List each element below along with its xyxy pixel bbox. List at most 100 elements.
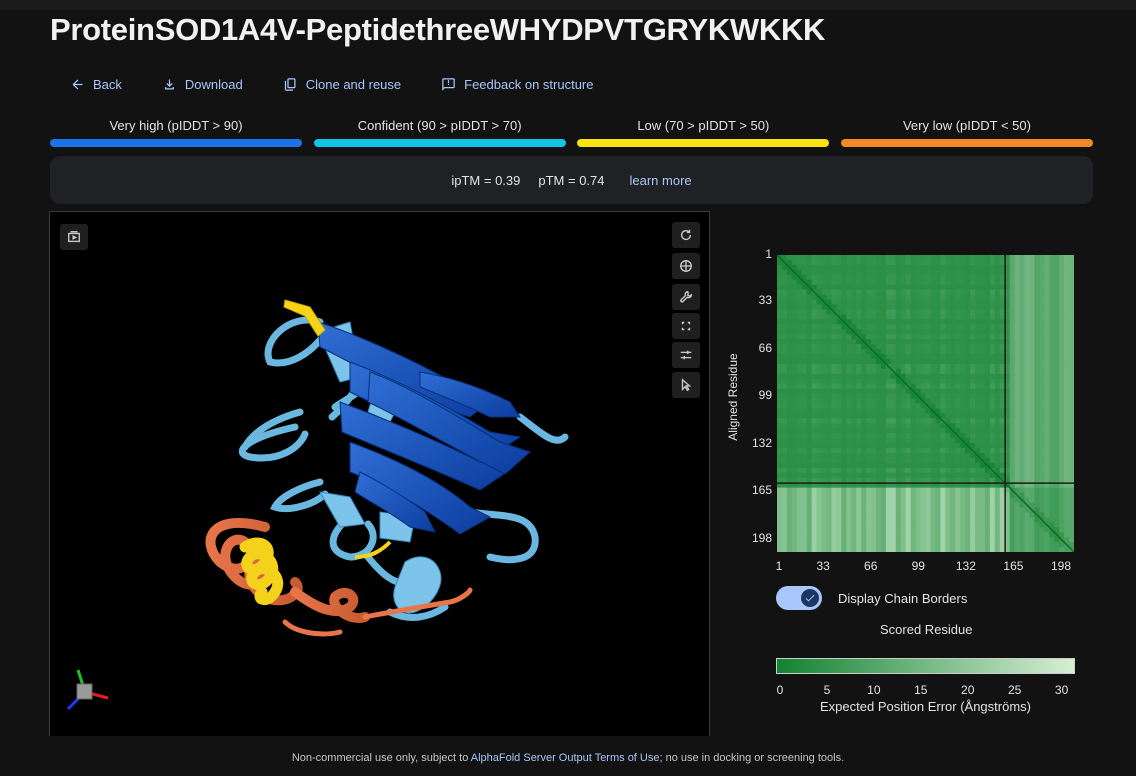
heatmap-cell (846, 433, 852, 439)
heatmap-cell (1019, 324, 1025, 330)
heatmap-cell (1044, 363, 1050, 370)
heatmap-cell (786, 467, 793, 474)
heatmap-cell (1009, 542, 1016, 548)
heatmap-cell (821, 373, 827, 380)
heatmap-cell (781, 304, 788, 310)
heatmap-cell (1024, 264, 1030, 271)
heatmap-cell (1059, 448, 1065, 454)
heatmap-cell (1029, 448, 1035, 454)
heatmap-cell (816, 334, 823, 340)
heatmap-cell (777, 339, 783, 345)
heatmap-cell (846, 319, 852, 325)
heatmap-cell (1019, 279, 1025, 286)
heatmap-cell (1064, 373, 1070, 380)
pae-y-tick: 99 (758, 388, 772, 403)
heatmap-cell (876, 423, 882, 429)
heatmap-cell (816, 413, 823, 419)
heatmap-cell (821, 294, 827, 301)
heatmap-cell (920, 259, 926, 266)
heatmap-cell (1044, 403, 1050, 409)
reset-view-button[interactable] (672, 222, 700, 248)
heatmap-cell (989, 319, 996, 325)
heatmap-cell (950, 443, 956, 449)
learn-more-link[interactable]: learn more (630, 173, 692, 188)
heatmap-cell (915, 334, 922, 340)
heatmap-cell (1034, 467, 1040, 474)
heatmap-cell (994, 299, 1001, 305)
heatmap-cell (945, 264, 951, 271)
heatmap-cell (1049, 284, 1055, 291)
heatmap-cell (890, 259, 897, 266)
heatmap-cell (781, 527, 788, 533)
select-pointer-button[interactable] (672, 372, 700, 398)
heatmap-cell (910, 294, 917, 301)
heatmap-cell (979, 264, 986, 271)
chain-borders-toggle[interactable] (776, 586, 822, 610)
heatmap-cell (791, 472, 798, 479)
heatmap-cell (940, 339, 946, 345)
tools-button[interactable] (672, 284, 700, 310)
heatmap-cell (1069, 418, 1074, 424)
heatmap-cell (791, 368, 798, 375)
heatmap-cell (960, 269, 966, 276)
feedback-button[interactable]: Feedback on structure (421, 70, 613, 98)
heatmap-cell (806, 383, 813, 390)
download-button[interactable]: Download (142, 70, 263, 98)
pae-heatmap[interactable] (777, 255, 1074, 552)
heatmap-cell (900, 299, 907, 305)
heatmap-cell (856, 378, 862, 385)
heatmap-cell (960, 294, 966, 301)
heatmap-cell (955, 354, 961, 360)
heatmap-cell (831, 274, 837, 281)
heatmap-cell (1054, 378, 1060, 385)
heatmap-cell (841, 462, 847, 469)
heatmap-cell (994, 269, 1001, 276)
heatmap-cell (1029, 279, 1035, 286)
heatmap-cell (935, 418, 941, 424)
terms-link[interactable]: AlphaFold Server Output Terms of Use (471, 752, 660, 764)
heatmap-cell (1069, 398, 1074, 404)
heatmap-cell (1039, 537, 1045, 543)
heatmap-cell (1064, 438, 1070, 444)
heatmap-cell (777, 448, 783, 454)
heatmap-cell (960, 532, 966, 538)
heatmap-cell (940, 502, 946, 508)
clone-button[interactable]: Clone and reuse (263, 70, 421, 98)
heatmap-cell (1044, 462, 1050, 469)
heatmap-cell (806, 532, 813, 538)
back-button[interactable]: Back (50, 70, 142, 98)
heatmap-cell (910, 304, 917, 310)
heatmap-cell (791, 274, 798, 281)
heatmap-cell (940, 512, 946, 518)
heatmap-cell (861, 462, 867, 469)
heatmap-cell (975, 314, 981, 320)
heatmap-cell (796, 403, 803, 409)
heatmap-cell (900, 403, 907, 409)
heatmap-cell (791, 502, 798, 508)
heatmap-cell (975, 279, 981, 286)
heatmap-cell (841, 453, 847, 459)
heatmap-cell (940, 453, 946, 459)
heatmap-cell (781, 433, 788, 439)
heatmap-cell (989, 255, 996, 261)
heatmap-cell (856, 284, 862, 291)
fullscreen-button[interactable] (672, 313, 700, 339)
heatmap-cell (871, 512, 877, 518)
heatmap-cell (880, 264, 887, 271)
heatmap-cell (816, 363, 823, 370)
structure-viewer[interactable] (49, 211, 710, 736)
heatmap-cell (796, 289, 803, 296)
heatmap-cell (1059, 542, 1065, 548)
heatmap-cell (960, 502, 966, 508)
heatmap-cell (950, 358, 956, 365)
heatmap-cell (836, 517, 842, 523)
heatmap-cell (989, 487, 996, 494)
screenshot-mode-button[interactable] (60, 224, 88, 250)
heatmap-cell (920, 358, 926, 365)
heatmap-cell (781, 472, 788, 479)
settings-sliders-button[interactable] (672, 342, 700, 368)
spin-button[interactable] (672, 253, 700, 279)
heatmap-cell (910, 274, 917, 281)
heatmap-cell (1064, 522, 1070, 528)
heatmap-cell (935, 472, 941, 479)
